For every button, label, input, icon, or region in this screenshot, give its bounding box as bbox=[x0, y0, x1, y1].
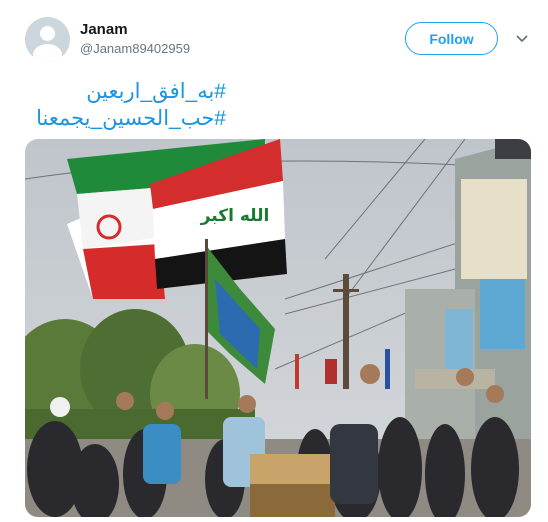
hashtag-link[interactable]: #به_افق_اربعین bbox=[26, 78, 226, 105]
tweet-card: Janam @Janam89402959 Follow #به_افق_اربع… bbox=[0, 0, 548, 522]
photo-scene: الله اكبر bbox=[25, 139, 531, 517]
flag: الله اكبر bbox=[67, 139, 287, 299]
avatar-shoulders bbox=[33, 44, 62, 62]
chevron-down-icon[interactable] bbox=[516, 34, 528, 44]
display-name[interactable]: Janam bbox=[80, 21, 128, 38]
flag-text: الله اكبر bbox=[200, 206, 270, 226]
user-handle[interactable]: @Janam89402959 bbox=[80, 41, 190, 56]
tweet-text: #به_افق_اربعین #حب_الحسین_یجمعنا bbox=[26, 78, 226, 132]
hashtag-link[interactable]: #حب_الحسین_یجمعنا bbox=[26, 105, 226, 132]
follow-button[interactable]: Follow bbox=[405, 22, 498, 55]
avatar-head bbox=[40, 26, 55, 41]
tweet-photo[interactable]: الله اكبر bbox=[25, 139, 531, 517]
avatar[interactable] bbox=[25, 17, 70, 62]
